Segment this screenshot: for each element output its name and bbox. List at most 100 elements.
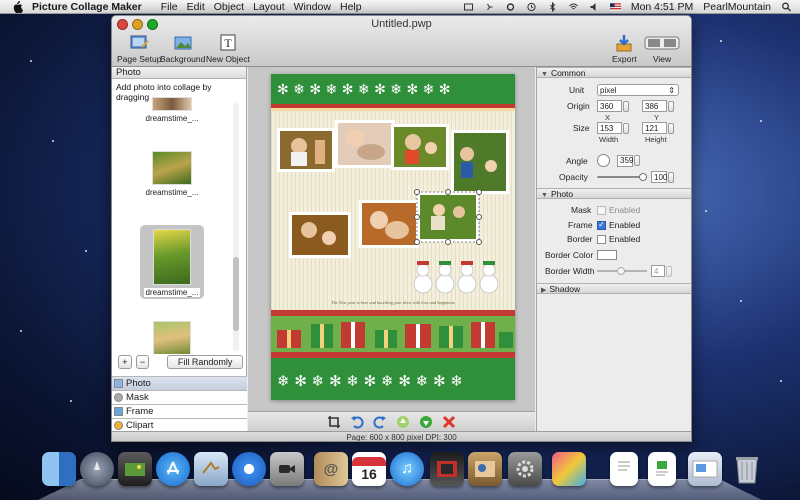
scrollbar-thumb[interactable] — [233, 257, 239, 331]
address-book-icon[interactable]: @ — [314, 452, 348, 486]
photo-thumbnail[interactable]: dreamstime_... — [142, 97, 202, 123]
time-machine-icon[interactable] — [526, 2, 537, 12]
border-width-stepper[interactable] — [666, 265, 672, 277]
border-color-swatch[interactable] — [597, 250, 617, 260]
common-section-header[interactable]: ▼ Common — [537, 67, 691, 78]
apple-icon[interactable] — [10, 0, 24, 13]
film-icon[interactable] — [430, 452, 464, 486]
redo-icon[interactable] — [373, 415, 387, 429]
tab-clipart[interactable]: Clipart — [112, 418, 247, 432]
origin-x-stepper[interactable] — [623, 100, 629, 112]
photo-thumbnail-list[interactable]: dreamstime_... dreamstime_... dreamstime… — [112, 97, 247, 354]
width-field[interactable]: 153 — [597, 122, 622, 134]
border-width-field[interactable]: 4 — [651, 265, 665, 277]
clipart-tab-icon — [114, 421, 123, 430]
undo-icon[interactable] — [350, 415, 364, 429]
photo-tab-icon — [114, 379, 123, 388]
bluetooth-icon[interactable] — [547, 1, 558, 12]
photo-list-controls: + − Fill Randomly — [118, 354, 243, 370]
photo-thumbnail[interactable] — [142, 321, 202, 354]
menu-help[interactable]: Help — [340, 1, 371, 13]
border-width-slider[interactable] — [597, 267, 647, 275]
volume-icon[interactable] — [589, 2, 600, 12]
new-object-button[interactable]: T New Object — [206, 33, 250, 64]
tab-photo[interactable]: Photo — [112, 376, 247, 390]
status-shortcut-icon[interactable] — [484, 2, 495, 12]
opacity-stepper[interactable] — [668, 171, 674, 183]
flag-icon[interactable] — [609, 2, 621, 12]
document-icon[interactable] — [610, 452, 638, 486]
ical-icon[interactable]: 16 — [352, 452, 386, 486]
shadow-section-header[interactable]: ▶ Shadow — [537, 283, 691, 294]
angle-dial[interactable] — [597, 154, 610, 167]
page-setup-button[interactable]: Page Setup — [117, 33, 161, 64]
tab-mask[interactable]: Mask — [112, 390, 247, 404]
border-width-label: Border Width — [545, 266, 595, 276]
safari-icon[interactable] — [232, 452, 266, 486]
origin-x-field[interactable]: 360 — [597, 100, 622, 112]
height-stepper[interactable] — [668, 122, 674, 134]
photo-app-icon[interactable] — [118, 452, 152, 486]
crop-icon[interactable] — [327, 415, 341, 429]
mail-icon[interactable] — [194, 452, 228, 486]
border-width-slider-knob[interactable] — [617, 267, 625, 275]
export-button[interactable]: Export — [612, 33, 637, 64]
photo-section-header[interactable]: ▼ Photo — [537, 188, 691, 199]
system-preferences-icon[interactable] — [508, 452, 542, 486]
menu-edit[interactable]: Edit — [187, 1, 214, 13]
unit-select[interactable]: pixel ⇕ — [597, 84, 679, 96]
origin-y-stepper[interactable] — [668, 100, 674, 112]
facetime-icon[interactable] — [270, 452, 304, 486]
menubar-clock[interactable]: Mon 4:51 PM — [631, 1, 693, 13]
view-button[interactable]: View — [644, 33, 680, 64]
collage-canvas[interactable]: ✻ ❄ ✻ ❄ ✻ ❄ ✻ ❄ ✻ ❄ ✻ The New year is he… — [271, 74, 515, 400]
spotlight-search-icon[interactable] — [781, 2, 792, 12]
thumbnail-caption: dreamstime_... — [143, 288, 201, 297]
width-stepper[interactable] — [623, 122, 629, 134]
launchpad-icon[interactable] — [80, 452, 114, 486]
opacity-slider-knob[interactable] — [639, 173, 647, 181]
menu-object[interactable]: Object — [214, 1, 253, 13]
wifi-icon[interactable] — [568, 2, 579, 12]
canvas-area[interactable]: ✻ ❄ ✻ ❄ ✻ ❄ ✻ ❄ ✻ ❄ ✻ The New year is he… — [248, 67, 535, 411]
photo-thumbnail-selected[interactable]: dreamstime_... — [140, 225, 204, 299]
origin-y-field[interactable]: 386 — [642, 100, 667, 112]
delete-icon[interactable] — [442, 415, 456, 429]
photo-booth-icon[interactable] — [468, 452, 502, 486]
origin-label: Origin — [567, 101, 590, 111]
collage-maker-icon[interactable] — [552, 452, 586, 486]
tab-frame[interactable]: Frame — [112, 404, 247, 418]
trash-icon[interactable] — [730, 452, 764, 486]
finder-icon[interactable] — [42, 452, 76, 486]
status-window-icon[interactable] — [463, 2, 474, 12]
document-icon[interactable] — [648, 452, 676, 486]
menu-window[interactable]: Window — [294, 1, 340, 13]
menubar-user[interactable]: PearlMountain — [703, 1, 771, 13]
border-checkbox[interactable] — [597, 234, 606, 244]
app-menu[interactable]: Picture Collage Maker — [32, 1, 151, 13]
angle-stepper[interactable] — [634, 155, 640, 166]
export-icon — [616, 35, 632, 52]
angle-field[interactable]: 359 — [617, 154, 633, 167]
preview-icon[interactable] — [688, 452, 722, 486]
itunes-icon[interactable]: ♫ — [390, 452, 424, 486]
collage-photo — [335, 120, 395, 168]
angle-label: Angle — [566, 155, 588, 166]
fill-randomly-button[interactable]: Fill Randomly — [167, 355, 243, 369]
bring-forward-icon[interactable] — [396, 415, 410, 429]
remove-photo-button[interactable]: − — [135, 355, 150, 369]
photo-thumbnail[interactable]: dreamstime_... — [142, 151, 202, 197]
height-field[interactable]: 121 — [642, 122, 667, 134]
menu-file[interactable]: File — [161, 1, 187, 13]
background-button[interactable]: Background — [160, 33, 205, 64]
status-gear-icon[interactable] — [505, 2, 516, 12]
app-store-icon[interactable] — [156, 452, 190, 486]
add-photo-button[interactable]: + — [118, 355, 132, 369]
frame-checkbox[interactable]: ✓ — [597, 220, 606, 230]
send-backward-icon[interactable] — [419, 415, 433, 429]
menu-layout[interactable]: Layout — [253, 1, 294, 13]
opacity-field[interactable]: 100 — [651, 171, 667, 183]
mask-checkbox[interactable] — [597, 205, 606, 215]
opacity-slider[interactable] — [597, 173, 647, 181]
select-arrows-icon: ⇕ — [668, 85, 675, 95]
